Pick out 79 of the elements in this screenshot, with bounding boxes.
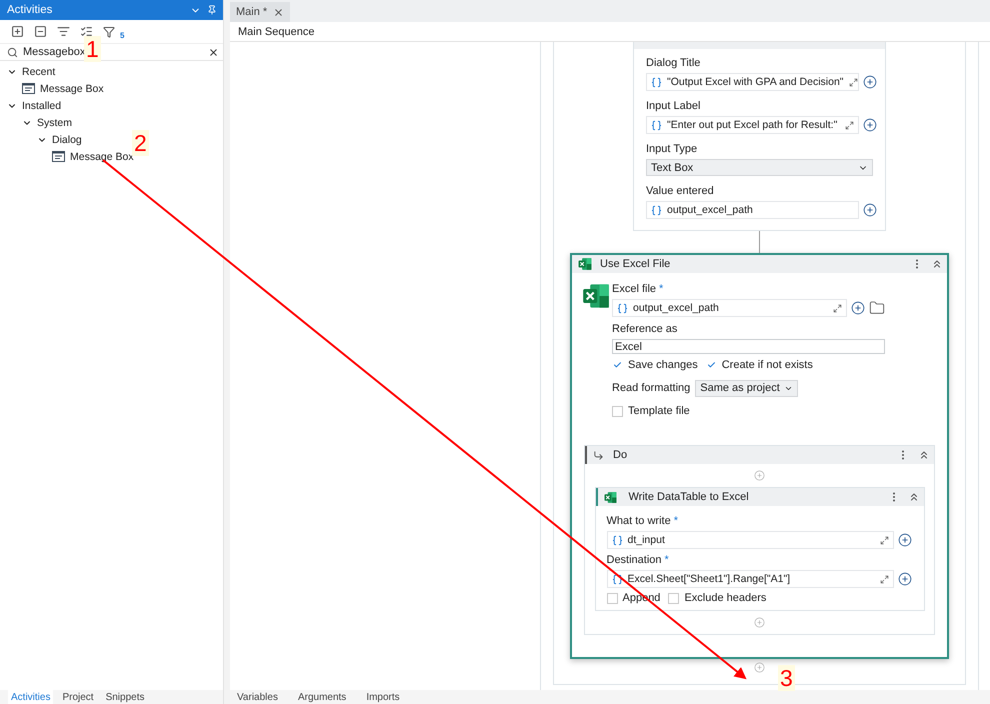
field-label: Dialog Title	[646, 56, 702, 70]
read-formatting-select[interactable]: Same as project	[695, 380, 798, 396]
field-label: Reference as	[612, 322, 678, 336]
annotation-number: 3	[778, 665, 795, 691]
input-type-select[interactable]: Text Box	[646, 159, 873, 176]
expand-icon[interactable]	[845, 120, 854, 130]
expand-icon[interactable]	[880, 574, 888, 584]
expression-field[interactable]: dt_input	[606, 531, 894, 549]
breadcrumb[interactable]: Main Sequence	[238, 26, 314, 38]
add-button[interactable]	[863, 118, 877, 132]
list-filter-icon[interactable]	[57, 25, 70, 38]
designer-tab[interactable]: Variables	[234, 690, 281, 704]
expression-field[interactable]: "Output Excel with GPA and Decision"	[646, 73, 859, 91]
field-label: Input Label	[646, 99, 702, 113]
field-label: Excel file *	[612, 282, 664, 296]
expression-field[interactable]: output_excel_path	[612, 299, 847, 317]
message-box-icon	[22, 83, 35, 94]
panel-tab[interactable]: Project	[59, 690, 97, 704]
annotation-number: 2	[132, 130, 149, 156]
braces-icon	[612, 534, 622, 546]
add-button[interactable]	[898, 572, 912, 586]
field-label: Value entered	[646, 184, 715, 198]
message-box-icon	[52, 151, 65, 162]
expand-icon[interactable]	[833, 304, 842, 312]
collapse-icon[interactable]	[931, 258, 943, 270]
filter-count: 5	[120, 32, 124, 40]
braces-icon	[651, 204, 662, 216]
excel-icon	[578, 257, 592, 271]
tree-item[interactable]: Message Box	[0, 148, 134, 165]
add-button[interactable]	[863, 203, 877, 217]
field-label: Input Type	[646, 142, 698, 156]
reference-field[interactable]: Excel	[612, 339, 885, 354]
close-icon[interactable]	[273, 6, 284, 18]
checkbox[interactable]: Template file	[612, 405, 690, 417]
expression-field[interactable]: "Enter out put Excel path for Result:"	[646, 116, 859, 134]
braces-icon	[651, 120, 662, 130]
designer-tab[interactable]: Imports	[363, 690, 403, 704]
search-icon	[7, 46, 18, 58]
checkbox[interactable]: Create if not exists	[706, 359, 813, 371]
corner-arrow-icon	[593, 450, 604, 460]
panel-tab[interactable]: Activities	[8, 690, 54, 704]
excel-icon	[604, 490, 616, 504]
tree-item[interactable]: Dialog	[0, 131, 82, 148]
document-tab[interactable]: Main *	[230, 2, 290, 22]
expand-icon[interactable]	[848, 78, 858, 86]
pin-icon[interactable]	[207, 5, 217, 15]
panel-tab[interactable]: Snippets	[102, 690, 148, 704]
collapse-all-icon[interactable]	[34, 25, 47, 38]
panel-title: Activities	[7, 4, 54, 16]
expression-field[interactable]: Excel.Sheet["Sheet1"].Range["A1"]	[606, 570, 894, 588]
field-label: Read formatting	[612, 382, 690, 394]
designer-tab[interactable]: Arguments	[294, 690, 350, 704]
checkbox[interactable]: Save changes	[612, 359, 698, 371]
folder-icon[interactable]	[869, 300, 885, 316]
collapse-icon[interactable]	[918, 449, 930, 461]
close-icon[interactable]	[208, 46, 219, 58]
tree-item[interactable]: Recent	[0, 63, 56, 80]
tree-item[interactable]: System	[0, 114, 72, 131]
expand-all-icon[interactable]	[11, 25, 24, 38]
add-button[interactable]	[898, 533, 912, 547]
add-button[interactable]	[851, 301, 865, 315]
card-title: Write DataTable to Excel	[628, 491, 750, 503]
card-title: Do	[613, 449, 628, 461]
filter-icon[interactable]	[103, 26, 115, 38]
list-icon[interactable]	[80, 25, 93, 38]
tree-item[interactable]: Installed	[0, 97, 62, 114]
field-label: What to write *	[606, 514, 679, 528]
checkbox[interactable]: Exclude headers	[668, 592, 766, 604]
annotation-number: 1	[84, 36, 101, 62]
card-title: Use Excel File	[600, 258, 672, 270]
braces-icon	[612, 574, 622, 584]
variable-field[interactable]: output_excel_path	[646, 201, 859, 219]
add-button[interactable]	[863, 75, 877, 89]
braces-icon	[651, 76, 662, 88]
field-label: Destination *	[606, 553, 670, 567]
braces-icon	[617, 302, 628, 314]
expand-icon[interactable]	[880, 536, 888, 544]
excel-icon	[582, 282, 610, 310]
tree-item[interactable]: Message Box	[0, 80, 104, 97]
